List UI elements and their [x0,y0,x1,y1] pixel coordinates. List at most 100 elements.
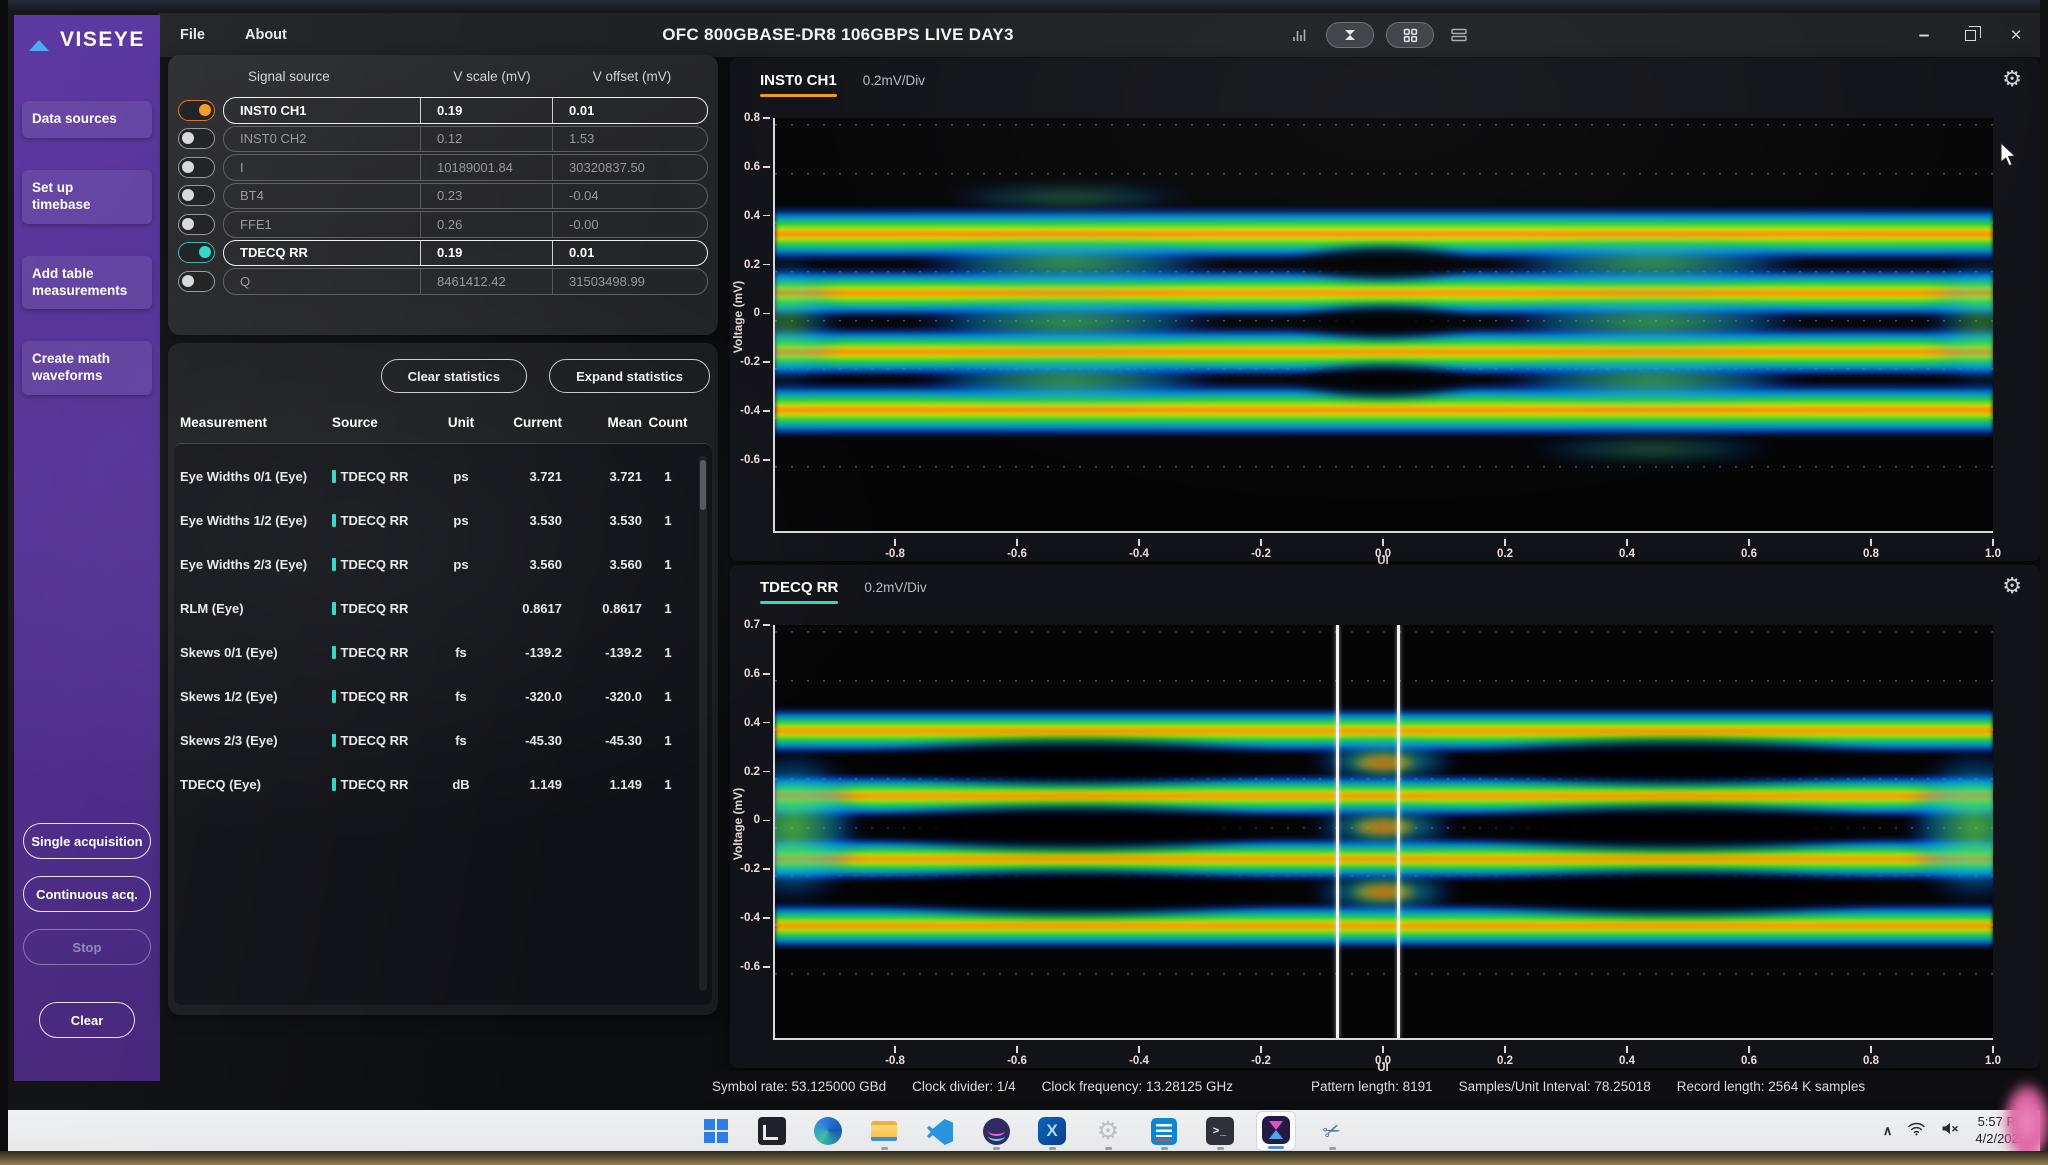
signal-vscale[interactable]: 0.19 [420,98,552,123]
clear-statistics-button[interactable]: Clear statistics [381,359,528,393]
signal-enable-toggle[interactable] [178,242,215,263]
status-item: Pattern length: 8191 [1311,1079,1433,1094]
start-button[interactable] [696,1111,736,1151]
sidebar-nav-item[interactable]: Add table measurements [22,256,152,310]
signal-row-pill[interactable]: I 10189001.84 30320837.50 [223,154,708,181]
file-explorer-icon[interactable] [864,1111,904,1151]
measurement-current: 3.560 [484,557,562,572]
instrument-x-app-icon[interactable]: X [1032,1111,1072,1151]
notes-app-icon[interactable] [1144,1111,1184,1151]
signal-row-pill[interactable]: BT4 0.23 -0.04 [223,183,708,210]
measurement-mean: 0.8617 [562,601,642,616]
sidebar-action-button[interactable]: Continuous acq. [23,876,151,912]
table-row[interactable]: TDECQ (Eye) TDECQ RR dB 1.149 1.149 1 [180,762,692,806]
signal-voffset[interactable]: 0.01 [552,241,704,266]
table-row[interactable]: Eye Widths 0/1 (Eye) TDECQ RR ps 3.721 3… [180,454,692,498]
y-tick-label: 0.4 [724,209,770,223]
restore-button[interactable] [1960,25,1980,45]
y-tick-label: -0.4 [724,911,770,925]
cursor-line-left[interactable] [1336,625,1339,1038]
measurement-mean: 1.149 [562,777,642,792]
signal-name: TDECQ RR [224,241,420,266]
source-color-bar [332,514,336,527]
table-row[interactable]: INST0 CH2 0.12 1.53 [178,126,708,153]
cursor-line-right[interactable] [1397,625,1400,1038]
snipping-tool-icon[interactable]: ✂ [1312,1111,1352,1151]
table-row[interactable]: INST0 CH1 0.19 0.01 [178,97,708,124]
signal-vscale[interactable]: 10189001.84 [420,155,552,180]
signal-enable-toggle[interactable] [178,271,215,292]
table-row[interactable]: I 10189001.84 30320837.50 [178,154,708,181]
table-row[interactable]: BT4 0.23 -0.04 [178,183,708,210]
grid-layout-toggle[interactable] [1386,22,1434,48]
sidebar-nav-item[interactable]: Create math waveforms [22,341,152,395]
signal-row-pill[interactable]: Q 8461412.42 31503498.99 [223,268,708,295]
signal-voffset[interactable]: 0.01 [552,98,704,123]
microsoft-edge-icon[interactable] [808,1111,848,1151]
wifi-icon[interactable] [1907,1121,1926,1141]
table-row[interactable]: Eye Widths 1/2 (Eye) TDECQ RR ps 3.530 3… [180,498,692,542]
gear-icon[interactable]: ⚙ [2002,575,2022,597]
menu-item[interactable]: About [245,27,287,43]
signal-vscale[interactable]: 0.26 [420,212,552,237]
sidebar-action-button[interactable]: Single acquisition [23,823,151,859]
signal-row-pill[interactable]: TDECQ RR 0.19 0.01 [223,240,708,267]
signal-vscale[interactable]: 0.23 [420,184,552,209]
viseye-app-icon[interactable] [1256,1111,1296,1151]
measurement-source: TDECQ RR [332,689,438,704]
scrollbar-thumb[interactable] [700,460,706,510]
running-indicator [1049,1147,1056,1150]
measurement-unit: ps [438,513,484,528]
menu-item[interactable]: File [180,27,205,43]
signal-voffset[interactable]: -0.00 [552,212,704,237]
measurement-count: 1 [642,733,694,748]
measurement-count: 1 [642,557,694,572]
measurements-panel: Clear statistics Expand statistics Measu… [168,343,718,1015]
settings-app-icon[interactable]: ⚙ [1088,1111,1128,1151]
table-row[interactable]: FFE1 0.26 -0.00 [178,211,708,238]
tray-chevron-up-icon[interactable]: ∧ [1883,1123,1893,1139]
table-row[interactable]: Eye Widths 2/3 (Eye) TDECQ RR ps 3.560 3… [180,542,692,586]
table-row[interactable]: Skews 2/3 (Eye) TDECQ RR fs -45.30 -45.3… [180,718,692,762]
signal-row-pill[interactable]: INST0 CH1 0.19 0.01 [223,97,708,124]
vscode-icon[interactable] [920,1111,960,1151]
screenshot-app-icon[interactable] [752,1111,792,1151]
expand-statistics-button[interactable]: Expand statistics [549,359,710,393]
signal-vscale[interactable]: 0.12 [420,127,552,152]
table-row[interactable]: TDECQ RR 0.19 0.01 [178,240,708,267]
table-row[interactable]: Skews 0/1 (Eye) TDECQ RR fs -139.2 -139.… [180,630,692,674]
signal-enable-toggle[interactable] [178,157,215,178]
volume-muted-icon[interactable] [1941,1121,1960,1141]
terminal-icon[interactable]: >_ [1200,1111,1240,1151]
signal-enable-toggle[interactable] [178,128,215,149]
table-row[interactable]: Q 8461412.42 31503498.99 [178,268,708,295]
scrollbar-track[interactable] [699,456,707,991]
list-view-icon[interactable] [1446,22,1472,48]
signal-vscale[interactable]: 8461412.42 [420,269,552,294]
signal-row-pill[interactable]: FFE1 0.26 -0.00 [223,211,708,238]
close-button[interactable]: × [2006,25,2026,45]
signal-row-pill[interactable]: INST0 CH2 0.12 1.53 [223,126,708,153]
toggle-knob [182,218,194,230]
signal-voffset[interactable]: 31503498.99 [552,269,704,294]
sidebar-action-button[interactable]: Clear [39,1002,135,1038]
signal-voffset[interactable]: 30320837.50 [552,155,704,180]
gear-icon[interactable]: ⚙ [2002,68,2022,90]
signal-enable-toggle[interactable] [178,214,215,235]
waveform-levels-icon[interactable] [1288,22,1314,48]
sidebar-nav-item[interactable]: Set up timebase [22,170,152,224]
signal-enable-toggle[interactable] [178,100,215,121]
chart-header: TDECQ RR 0.2mV/Div [760,579,927,604]
signal-voffset[interactable]: -0.04 [552,184,704,209]
table-row[interactable]: Skews 1/2 (Eye) TDECQ RR fs -320.0 -320.… [180,674,692,718]
monitor-bezel-top [0,0,2048,13]
signal-wave-app-icon[interactable] [976,1111,1016,1151]
signal-voffset[interactable]: 1.53 [552,127,704,152]
signal-enable-toggle[interactable] [178,185,215,206]
eye-mode-toggle[interactable] [1326,22,1374,48]
table-row[interactable]: RLM (Eye) TDECQ RR 0.8617 0.8617 1 [180,586,692,630]
signal-vscale[interactable]: 0.19 [420,241,552,266]
minimize-button[interactable]: – [1914,25,1934,45]
sidebar-action-button[interactable]: Stop [23,929,151,965]
sidebar-nav-item[interactable]: Data sources [22,101,152,138]
